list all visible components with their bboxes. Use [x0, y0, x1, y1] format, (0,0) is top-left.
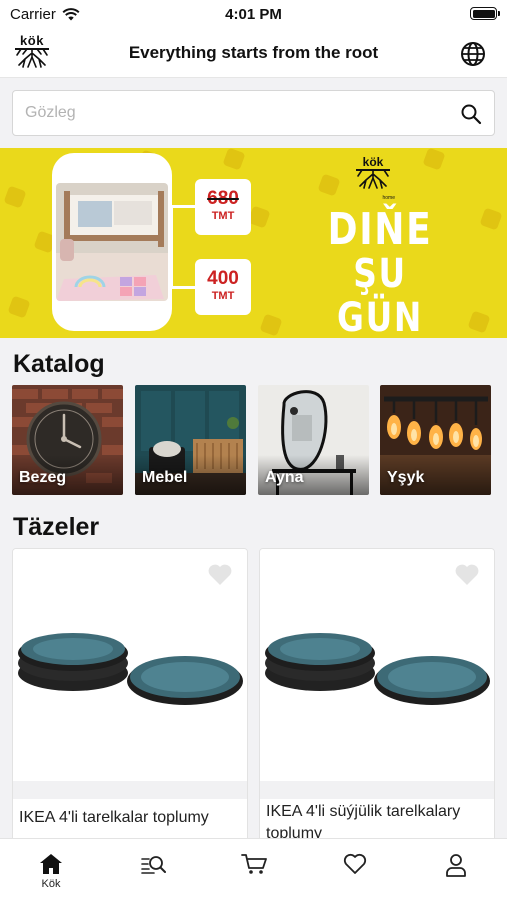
battery-icon [470, 7, 500, 20]
product-card[interactable]: IKEA 4'li tarelkalar toplumy [12, 548, 248, 848]
tab-home-label: Kök [41, 878, 61, 890]
catalog-title: Katalog [13, 350, 105, 378]
status-bar: Carrier 4:01 PM [0, 0, 507, 30]
app-header: kök Everything starts from the root [0, 30, 507, 78]
catalog-label-mebel: Mebel [142, 469, 188, 486]
search-list-icon [141, 856, 166, 874]
old-price-tag: 680 TMT [195, 179, 251, 235]
heart-icon [343, 853, 367, 874]
favorite-heart-icon[interactable] [207, 563, 233, 587]
search-bar [12, 90, 495, 136]
banner-logo-text: kök [362, 155, 384, 169]
catalog-label-yshyk: Yşyk [387, 469, 425, 486]
kids-room-image [56, 183, 168, 301]
globe-icon[interactable] [459, 40, 487, 68]
cart-icon [241, 854, 267, 874]
tab-home[interactable]: Kök [21, 847, 81, 893]
user-icon [446, 854, 466, 877]
product-image [260, 549, 494, 781]
catalog-item-bezeg[interactable]: Bezeg [12, 385, 123, 495]
catalog-item-ayna[interactable]: Ayna [258, 385, 369, 495]
banner-roots-icon [356, 169, 390, 189]
home-icon [40, 854, 62, 874]
search-icon[interactable] [460, 103, 482, 125]
tab-cart[interactable] [224, 847, 284, 893]
banner-product-photo [52, 153, 172, 331]
banner-logo-sub: home [382, 195, 395, 201]
catalog-grid: Bezeg Mebel Ayna Yşyk [12, 385, 496, 495]
tab-profile[interactable] [426, 847, 486, 893]
app-title: Everything starts from the root [128, 43, 379, 62]
product-image [13, 549, 247, 781]
search-input[interactable] [25, 91, 445, 135]
tab-favorites[interactable] [325, 847, 385, 893]
catalog-item-yshyk[interactable]: Yşyk [380, 385, 491, 495]
fresh-title: Täzeler [13, 513, 100, 541]
new-price-currency: TMT [211, 290, 235, 302]
promo-line-2: ŞU GÜN [337, 251, 423, 338]
tab-search[interactable] [123, 847, 183, 893]
product-card[interactable]: IKEA 4'li süýjülik tarelkalary toplumy [259, 548, 495, 848]
new-price-value: 400 [207, 268, 239, 289]
banner-logo: kök home [351, 156, 395, 201]
promo-line-1: DIŇE [327, 204, 433, 255]
favorite-heart-icon[interactable] [454, 563, 480, 587]
promo-banner[interactable]: 680 TMT 400 TMT kök home DIŇE ŞU GÜN [0, 148, 507, 338]
promo-text: DIŇE ŞU GÜN [306, 204, 454, 339]
bottom-tab-bar: Kök [0, 838, 507, 900]
new-price-tag: 400 TMT [195, 259, 251, 315]
catalog-label-ayna: Ayna [265, 469, 304, 486]
product-name: IKEA 4'li tarelkalar toplumy [19, 809, 209, 826]
old-price-value: 680 [207, 188, 239, 209]
catalog-item-mebel[interactable]: Mebel [135, 385, 246, 495]
old-price-currency: TMT [211, 210, 235, 222]
catalog-label-bezeg: Bezeg [19, 469, 67, 486]
status-time: 4:01 PM [225, 6, 282, 23]
